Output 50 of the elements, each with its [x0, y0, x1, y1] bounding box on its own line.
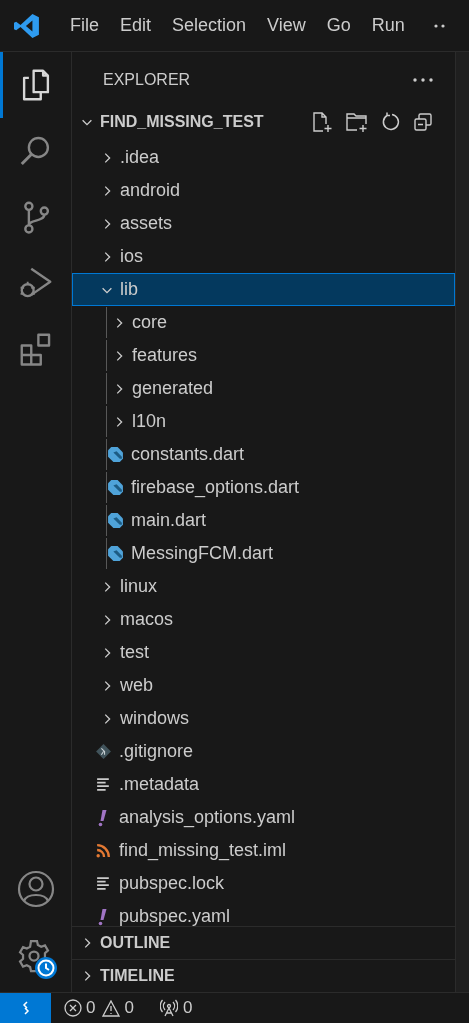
file-row[interactable]: find_missing_test.iml	[72, 834, 455, 867]
antenna-icon	[159, 999, 178, 1017]
lines-file-icon	[95, 875, 112, 892]
ports-count: 0	[182, 997, 193, 1020]
error-icon	[64, 999, 82, 1017]
collapse-all-icon[interactable]	[413, 112, 433, 132]
menu-item[interactable]: Edit	[110, 12, 162, 39]
menu-item[interactable]: Selection	[162, 12, 257, 39]
more-icon[interactable]	[413, 78, 433, 82]
new-folder-icon[interactable]	[345, 111, 369, 133]
new-file-icon[interactable]	[311, 111, 333, 133]
menu-item[interactable]: File	[60, 12, 109, 39]
lines-file-icon	[95, 776, 112, 793]
folder-row[interactable]: .idea	[72, 141, 455, 174]
file-row[interactable]: pubspec.yaml	[72, 900, 455, 926]
dart-file-icon	[107, 512, 124, 529]
account-icon[interactable]	[16, 870, 55, 908]
file-row[interactable]: .gitignore	[72, 735, 455, 768]
clock-badge-icon	[33, 956, 58, 980]
panel-title: EXPLORER	[103, 70, 191, 90]
folder-row[interactable]: windows	[72, 702, 455, 735]
warning-icon	[102, 999, 121, 1017]
folder-row[interactable]: macos	[72, 603, 455, 636]
menu-item[interactable]: Go	[316, 12, 361, 39]
file-row[interactable]: .metadata	[72, 768, 455, 801]
section-header[interactable]: OUTLINE	[72, 926, 455, 959]
folder-row[interactable]: test	[72, 636, 455, 669]
folder-row[interactable]: android	[72, 174, 455, 207]
file-row[interactable]: analysis_options.yaml	[72, 801, 455, 834]
folder-row[interactable]: ios	[72, 240, 455, 273]
folder-row[interactable]: linux	[72, 570, 455, 603]
diamond-file-icon	[95, 743, 112, 760]
folder-row[interactable]: web	[72, 669, 455, 702]
refresh-icon[interactable]	[381, 112, 401, 132]
dart-file-icon	[107, 446, 124, 463]
app-logo-icon[interactable]	[14, 12, 40, 39]
ports-button[interactable]: 0	[159, 995, 193, 1021]
error-count: 0	[86, 997, 96, 1020]
folder-row[interactable]: assets	[72, 207, 455, 240]
root-folder-header[interactable]: FIND_MISSING_TEST	[72, 108, 455, 136]
dart-file-icon	[107, 545, 124, 562]
dart-file-icon	[107, 479, 124, 496]
menu-item[interactable]: Run	[361, 12, 415, 39]
folder-row[interactable]: lib	[72, 273, 455, 306]
problems-button[interactable]: 0 0	[64, 995, 134, 1021]
feed-file-icon	[95, 842, 112, 859]
menu-item[interactable]: View	[257, 12, 316, 39]
warning-count: 0	[124, 997, 134, 1020]
file-row[interactable]: pubspec.lock	[72, 867, 455, 900]
more-icon[interactable]	[432, 22, 445, 29]
